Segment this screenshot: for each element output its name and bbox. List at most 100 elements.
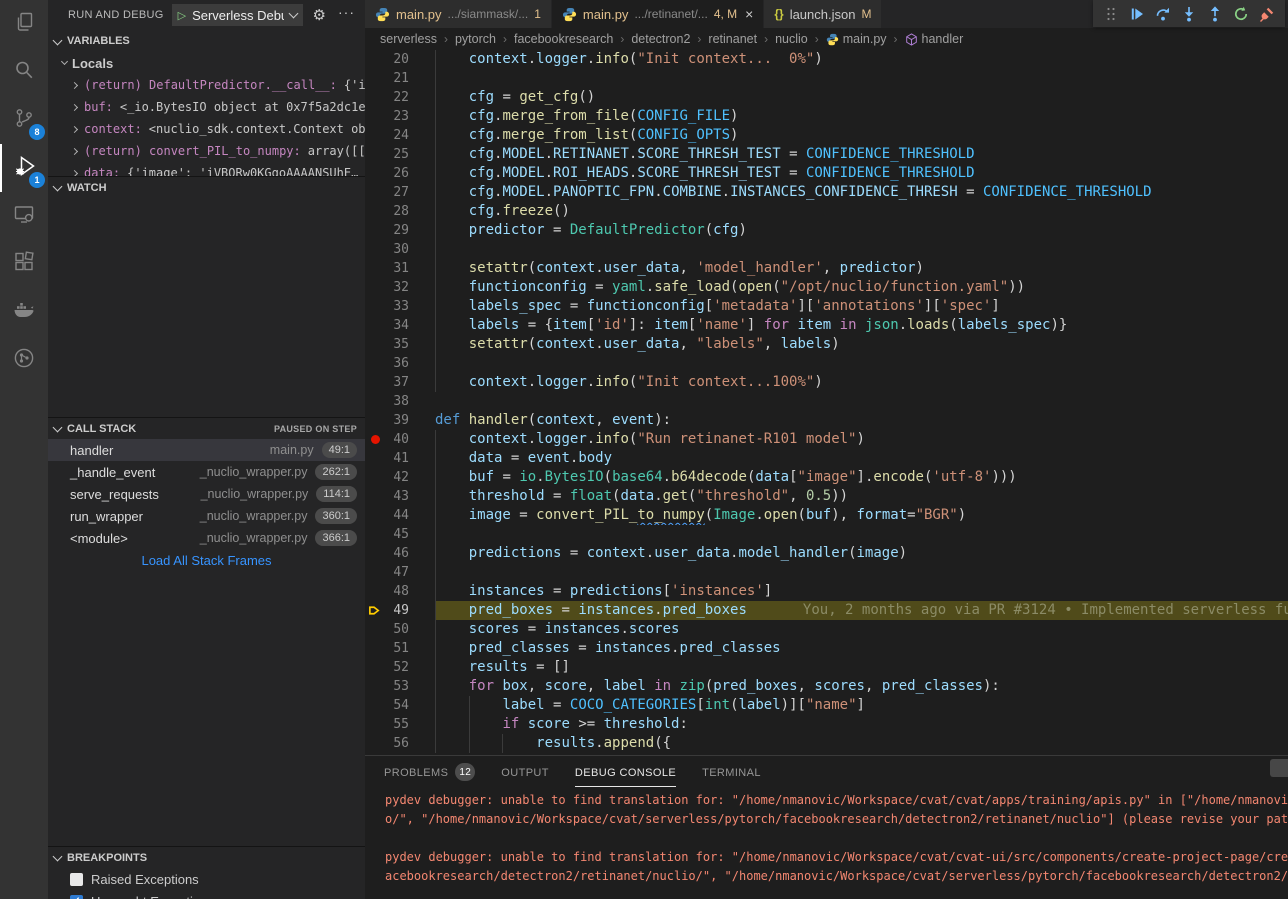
editor-gutter[interactable]: 53	[365, 677, 435, 696]
code-line-content[interactable]: image = convert_PIL_to_numpy(Image.open(…	[435, 506, 1288, 525]
code-line-38[interactable]: 38	[365, 392, 1288, 411]
variable-row[interactable]: data:{'image': 'iVBORw0KGgoAAAANSUhE…	[48, 162, 365, 176]
activity-bar-item-git-graph[interactable]	[0, 336, 48, 384]
activity-bar-item-explorer[interactable]	[0, 0, 48, 48]
breadcrumb-item-detectron2[interactable]: detectron2	[631, 32, 690, 46]
code-line-content[interactable]: context.logger.info("Run retinanet-R101 …	[435, 430, 1288, 449]
code-line-56[interactable]: 56 results.append({	[365, 734, 1288, 753]
editor-gutter[interactable]: 52	[365, 658, 435, 677]
code-line-content[interactable]: cfg.merge_from_list(CONFIG_OPTS)	[435, 126, 1288, 145]
editor-gutter[interactable]: 24	[365, 126, 435, 145]
code-line-37[interactable]: 37 context.logger.info("Init context...1…	[365, 373, 1288, 392]
editor-gutter[interactable]: 50	[365, 620, 435, 639]
editor-gutter[interactable]: 33	[365, 297, 435, 316]
editor-tab-launch-json[interactable]: {}launch.jsonM	[764, 0, 882, 28]
code-line-content[interactable]: cfg.MODEL.ROI_HEADS.SCORE_THRESH_TEST = …	[435, 164, 1288, 183]
code-line-content[interactable]: pred_boxes = instances.pred_boxesYou, 2 …	[435, 601, 1288, 620]
panel-tab-debug-console[interactable]: DEBUG CONSOLE	[575, 756, 676, 788]
panel-tab-output[interactable]: OUTPUT	[501, 756, 549, 788]
code-line-50[interactable]: 50 scores = instances.scores	[365, 620, 1288, 639]
code-line-content[interactable]: results.append({	[435, 734, 1288, 753]
editor-gutter[interactable]: 44	[365, 506, 435, 525]
editor-gutter[interactable]: 49	[365, 601, 435, 620]
editor-gutter[interactable]: 41	[365, 449, 435, 468]
editor-gutter[interactable]: 25	[365, 145, 435, 164]
editor-gutter[interactable]: 23	[365, 107, 435, 126]
call-stack-frame[interactable]: _handle_event_nuclio_wrapper.py262:1	[48, 461, 365, 483]
code-line-content[interactable]	[435, 563, 1288, 582]
code-line-33[interactable]: 33 labels_spec = functionconfig['metadat…	[365, 297, 1288, 316]
breadcrumb-item-handler[interactable]: handler	[905, 32, 964, 46]
code-line-content[interactable]	[435, 69, 1288, 88]
code-line-55[interactable]: 55 if score >= threshold:	[365, 715, 1288, 734]
editor-gutter[interactable]: 27	[365, 183, 435, 202]
activity-bar-item-docker[interactable]	[0, 288, 48, 336]
variable-row[interactable]: (return) convert_PIL_to_numpy:array([[[ …	[48, 140, 365, 162]
code-line-27[interactable]: 27 cfg.MODEL.PANOPTIC_FPN.COMBINE.INSTAN…	[365, 183, 1288, 202]
code-line-content[interactable]: results = []	[435, 658, 1288, 677]
code-line-content[interactable]: labels = {item['id']: item['name'] for i…	[435, 316, 1288, 335]
code-line-content[interactable]: cfg.MODEL.RETINANET.SCORE_THRESH_TEST = …	[435, 145, 1288, 164]
code-line-40[interactable]: 40 context.logger.info("Run retinanet-R1…	[365, 430, 1288, 449]
code-line-content[interactable]	[435, 525, 1288, 544]
editor-gutter[interactable]: 29	[365, 221, 435, 240]
code-line-51[interactable]: 51 pred_classes = instances.pred_classes	[365, 639, 1288, 658]
editor-gutter[interactable]: 45	[365, 525, 435, 544]
editor-gutter[interactable]: 55	[365, 715, 435, 734]
checkbox[interactable]	[70, 873, 83, 886]
code-line-content[interactable]: pred_classes = instances.pred_classes	[435, 639, 1288, 658]
launch-config-dropdown[interactable]: ▷ Serverless Debu	[172, 4, 303, 26]
editor-gutter[interactable]: 34	[365, 316, 435, 335]
code-line-content[interactable]: cfg.freeze()	[435, 202, 1288, 221]
editor-gutter[interactable]: 31	[365, 259, 435, 278]
activity-bar-item-source-control[interactable]: 8	[0, 96, 48, 144]
code-line-31[interactable]: 31 setattr(context.user_data, 'model_han…	[365, 259, 1288, 278]
code-line-content[interactable]: context.logger.info("Init context...100%…	[435, 373, 1288, 392]
code-line-25[interactable]: 25 cfg.MODEL.RETINANET.SCORE_THRESH_TEST…	[365, 145, 1288, 164]
watch-section-header[interactable]: WATCH	[48, 176, 365, 198]
editor-gutter[interactable]: 54	[365, 696, 435, 715]
code-line-content[interactable]: scores = instances.scores	[435, 620, 1288, 639]
breakpoint-icon[interactable]	[371, 435, 380, 444]
code-line-content[interactable]: labels_spec = functionconfig['metadata']…	[435, 297, 1288, 316]
variables-scope-locals[interactable]: Locals	[48, 52, 365, 74]
code-line-content[interactable]: data = event.body	[435, 449, 1288, 468]
breakpoint-row[interactable]: ✓Uncaught Exceptions	[48, 890, 365, 899]
code-line-28[interactable]: 28 cfg.freeze()	[365, 202, 1288, 221]
code-line-39[interactable]: 39def handler(context, event):	[365, 411, 1288, 430]
editor-gutter[interactable]: 26	[365, 164, 435, 183]
disconnect-icon[interactable]	[1255, 2, 1279, 26]
step-into-icon[interactable]	[1177, 2, 1201, 26]
drag-grip-icon[interactable]	[1099, 2, 1123, 26]
editor-gutter[interactable]: 47	[365, 563, 435, 582]
editor-gutter[interactable]: 35	[365, 335, 435, 354]
editor-gutter[interactable]: 40	[365, 430, 435, 449]
editor-gutter[interactable]: 32	[365, 278, 435, 297]
editor-gutter[interactable]: 37	[365, 373, 435, 392]
code-line-content[interactable]	[435, 354, 1288, 373]
code-line-content[interactable]: cfg.merge_from_file(CONFIG_FILE)	[435, 107, 1288, 126]
step-over-icon[interactable]	[1151, 2, 1175, 26]
code-line-content[interactable]	[435, 240, 1288, 259]
code-line-29[interactable]: 29 predictor = DefaultPredictor(cfg)	[365, 221, 1288, 240]
code-line-content[interactable]: predictions = context.user_data.model_ha…	[435, 544, 1288, 563]
panel-tab-problems[interactable]: PROBLEMS12	[384, 756, 475, 788]
editor-gutter[interactable]: 20	[365, 50, 435, 69]
code-line-44[interactable]: 44 image = convert_PIL_to_numpy(Image.op…	[365, 506, 1288, 525]
variables-section-header[interactable]: VARIABLES	[48, 30, 365, 52]
editor-gutter[interactable]: 39	[365, 411, 435, 430]
editor-gutter[interactable]: 30	[365, 240, 435, 259]
editor-gutter[interactable]: 38	[365, 392, 435, 411]
activity-bar-item-extensions[interactable]	[0, 240, 48, 288]
activity-bar-item-search[interactable]	[0, 48, 48, 96]
variable-row[interactable]: context:<nuclio_sdk.context.Context obje…	[48, 118, 365, 140]
editor-gutter[interactable]: 22	[365, 88, 435, 107]
editor-gutter[interactable]: 43	[365, 487, 435, 506]
code-line-content[interactable]: instances = predictions['instances']	[435, 582, 1288, 601]
code-line-43[interactable]: 43 threshold = float(data.get("threshold…	[365, 487, 1288, 506]
code-line-47[interactable]: 47	[365, 563, 1288, 582]
code-line-content[interactable]: predictor = DefaultPredictor(cfg)	[435, 221, 1288, 240]
editor-gutter[interactable]: 21	[365, 69, 435, 88]
breakpoint-row[interactable]: Raised Exceptions	[48, 868, 365, 890]
breadcrumb-item-retinanet[interactable]: retinanet	[708, 32, 757, 46]
